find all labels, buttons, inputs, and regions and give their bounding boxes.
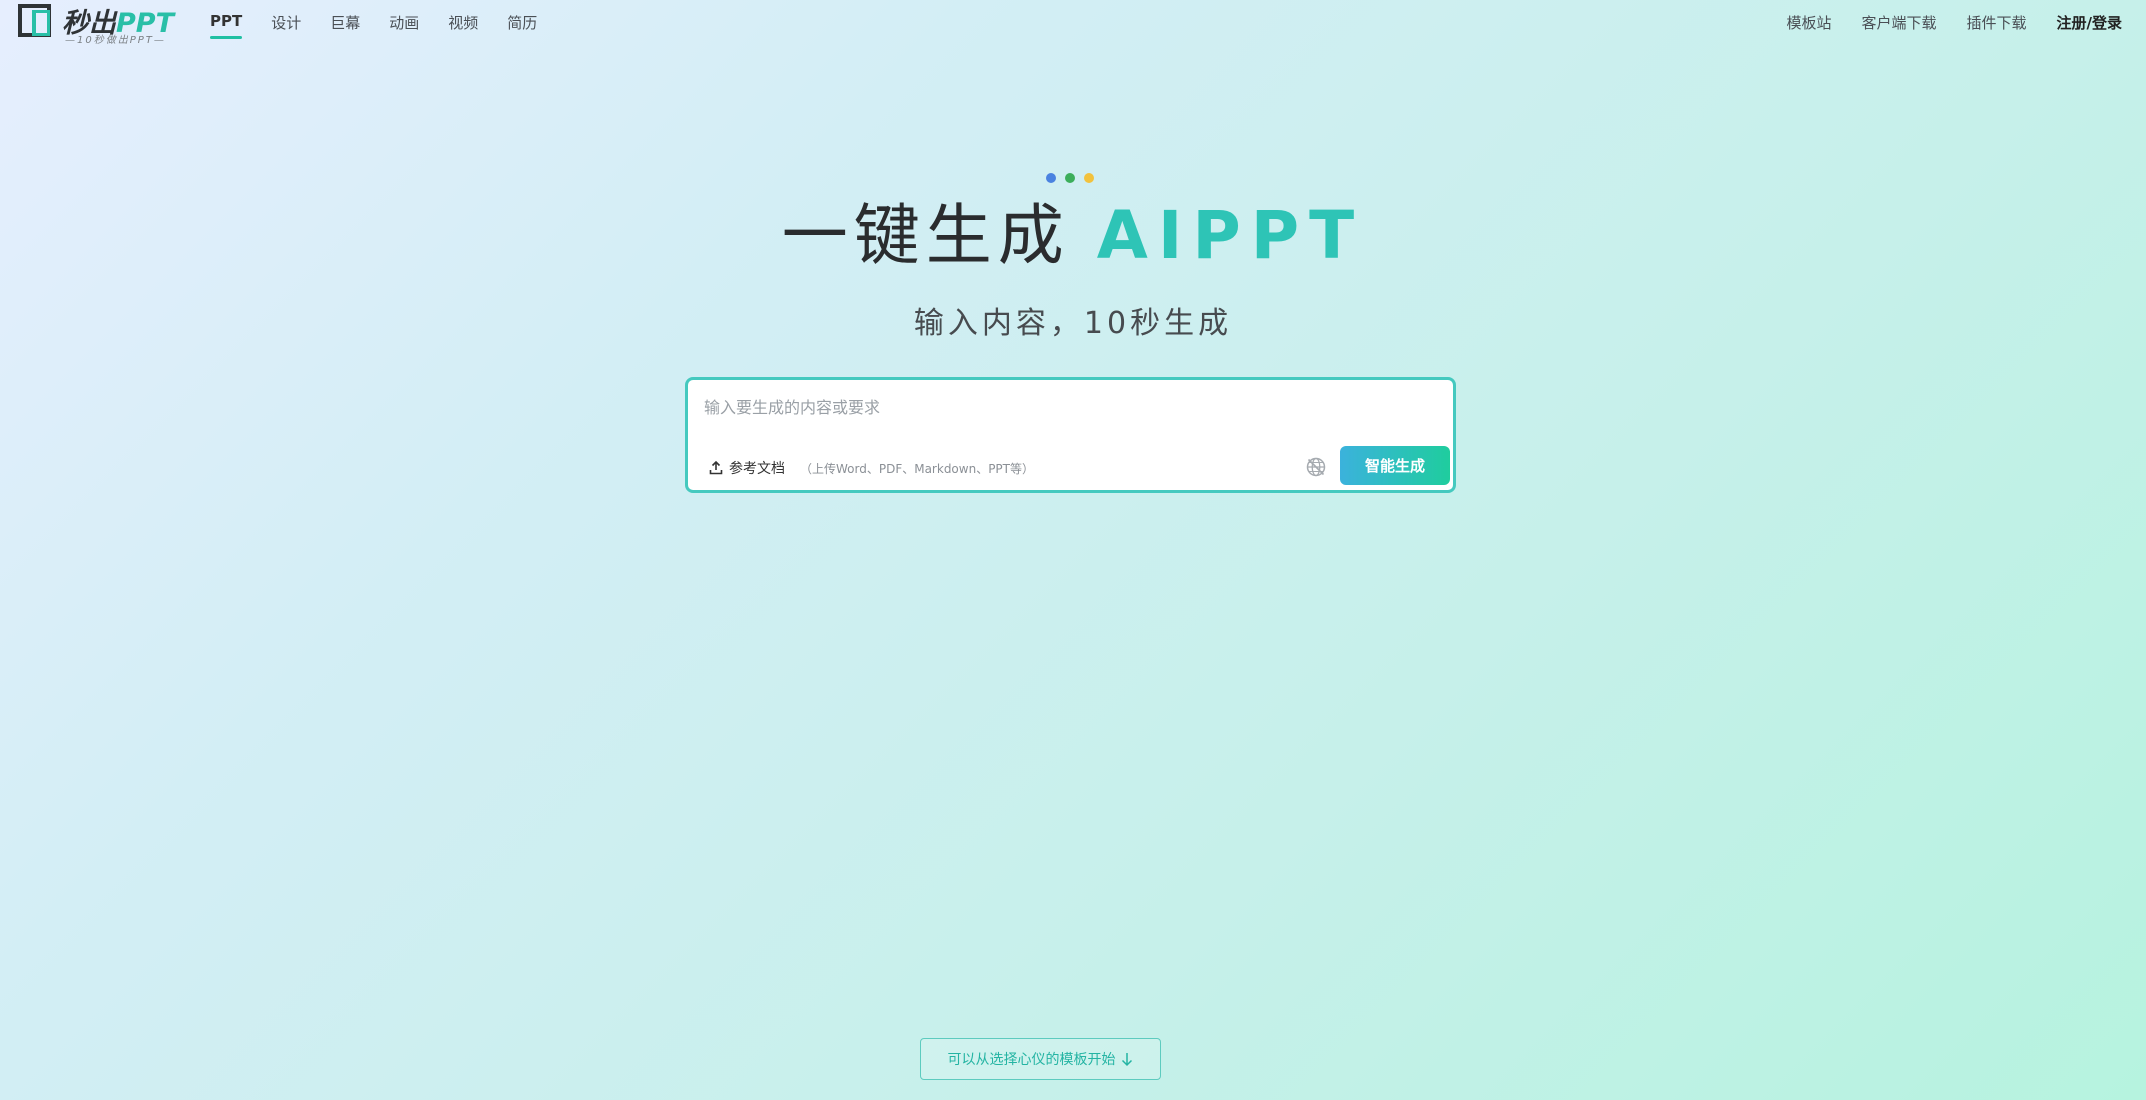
logo-tagline: —10秒做出PPT— — [65, 35, 166, 46]
web-search-off-icon[interactable] — [1305, 456, 1327, 478]
hero-title: 一键生成 AIPPT — [0, 196, 2146, 276]
hero-title-accent: AIPPT — [1096, 197, 1365, 274]
arrow-down-icon — [1121, 1053, 1132, 1067]
hero-title-prefix: 一键生成 — [781, 197, 1070, 274]
dot-green — [1065, 173, 1075, 183]
upload-reference-button[interactable]: 参考文档 — [708, 458, 785, 478]
template-site-link[interactable]: 模板站 — [1786, 12, 1831, 33]
smart-generate-button[interactable]: 智能生成 — [1340, 446, 1450, 485]
logo[interactable]: 秒出PPT —10秒做出PPT— — [17, 3, 182, 46]
plugin-download-link[interactable]: 插件下载 — [1967, 12, 2027, 33]
nav-item-design[interactable]: 设计 — [271, 12, 301, 38]
main-nav: PPT 设计 巨幕 动画 视频 简历 — [210, 12, 566, 39]
right-nav: 模板站 客户端下载 插件下载 注册/登录 — [1756, 12, 2122, 33]
hero-subtitle: 输入内容，10秒生成 — [913, 306, 1233, 341]
client-download-link[interactable]: 客户端下载 — [1861, 12, 1936, 33]
decorative-dots — [1046, 173, 1103, 183]
nav-item-animation[interactable]: 动画 — [389, 12, 419, 38]
top-header: 秒出PPT —10秒做出PPT— PPT 设计 巨幕 动画 视频 简历 模板站 … — [0, 0, 2146, 46]
nav-item-giant-screen[interactable]: 巨幕 — [330, 12, 360, 38]
login-register-link[interactable]: 注册/登录 — [2057, 12, 2122, 33]
prompt-input[interactable] — [704, 394, 1434, 434]
nav-item-resume[interactable]: 简历 — [507, 12, 537, 38]
nav-item-ppt[interactable]: PPT — [210, 12, 243, 39]
logo-mark-accent — [32, 10, 50, 36]
choose-template-label: 可以从选择心仪的模板开始 — [947, 1052, 1116, 1068]
dot-blue — [1046, 173, 1056, 183]
prompt-input-box: 参考文档 （上传Word、PDF、Markdown、PPT等） 智能生成 — [685, 377, 1456, 493]
upload-icon — [709, 460, 723, 475]
dot-yellow — [1084, 173, 1094, 183]
upload-reference-label: 参考文档 — [729, 461, 785, 477]
nav-item-video[interactable]: 视频 — [448, 12, 478, 38]
upload-hint: （上传Word、PDF、Markdown、PPT等） — [800, 462, 1034, 476]
choose-template-button[interactable]: 可以从选择心仪的模板开始 — [920, 1038, 1161, 1080]
